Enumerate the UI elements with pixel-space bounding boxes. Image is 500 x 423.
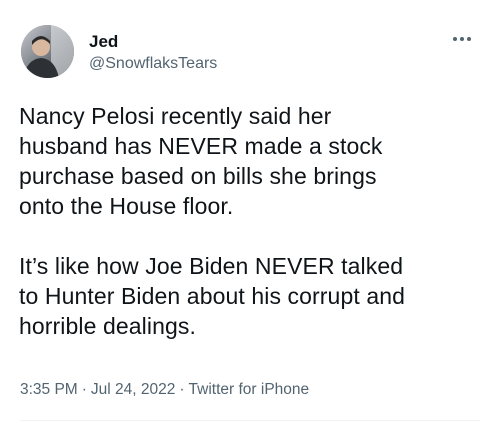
tweet-line: Nancy Pelosi recently said her [19, 103, 332, 129]
more-dot [460, 37, 464, 41]
tweet-source[interactable]: Twitter for iPhone [189, 381, 310, 398]
separator: · [179, 381, 185, 398]
more-options-icon[interactable] [448, 28, 476, 50]
tweet-line: purchase based on bills she brings [19, 163, 377, 189]
more-dot [467, 37, 471, 41]
tweet-line: husband has NEVER made a stock [19, 133, 383, 159]
tweet-line: It’s like how Joe Biden NEVER talked [19, 253, 404, 279]
display-name[interactable]: Jed [89, 32, 118, 52]
tweet: Jed @SnowflaksTears Nancy Pelosi recentl… [0, 0, 500, 423]
tweet-paragraph: Nancy Pelosi recently said her husband h… [19, 101, 484, 221]
more-dot [453, 37, 457, 41]
tweet-text: Nancy Pelosi recently said her husband h… [19, 101, 484, 341]
tweet-metadata: 3:35 PM · Jul 24, 2022 · Twitter for iPhone [20, 380, 309, 400]
tweet-line: horrible dealings. [19, 313, 196, 339]
avatar[interactable] [21, 25, 74, 78]
tweet-date[interactable]: Jul 24, 2022 [91, 381, 175, 398]
tweet-line: onto the House floor. [19, 193, 234, 219]
divider [20, 420, 480, 421]
tweet-line: to Hunter Biden about his corrupt and [19, 283, 405, 309]
tweet-paragraph: It’s like how Joe Biden NEVER talked to … [19, 251, 484, 341]
separator: · [81, 381, 87, 398]
user-handle[interactable]: @SnowflaksTears [89, 54, 217, 74]
tweet-time[interactable]: 3:35 PM [20, 381, 78, 398]
